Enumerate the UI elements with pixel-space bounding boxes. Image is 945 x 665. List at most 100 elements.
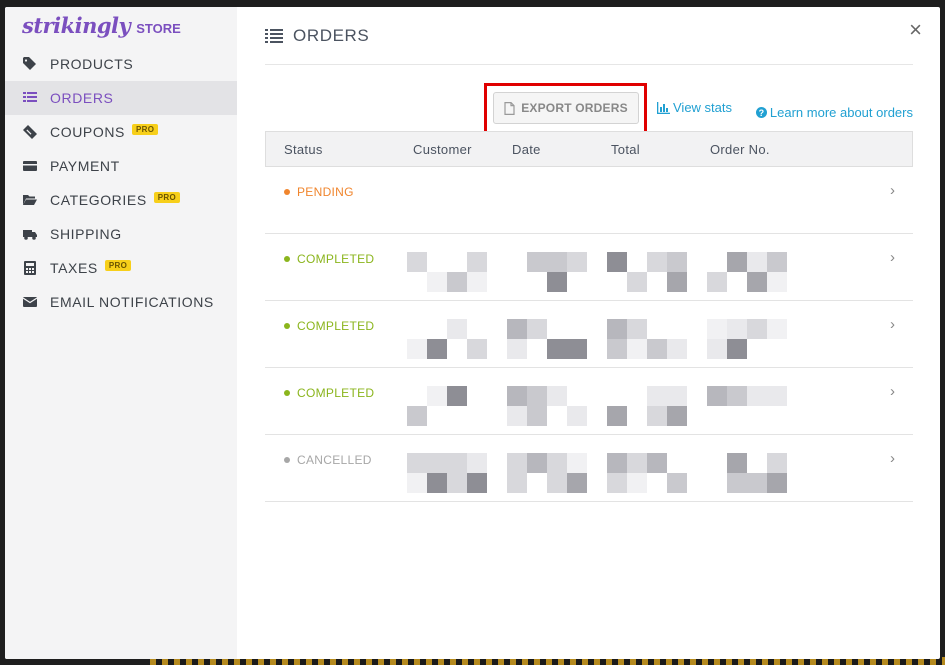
learn-more-link[interactable]: ? Learn more about orders [755,105,913,120]
chevron-right-icon[interactable]: › [890,450,895,467]
redaction-pixel [667,473,687,493]
table-row[interactable]: PENDING › [265,167,913,234]
redaction-pixel [407,252,427,272]
redaction-pixel [647,386,667,406]
ticket-icon [22,125,38,139]
redaction-pixel [427,453,447,473]
close-icon[interactable]: × [909,19,922,41]
table-row[interactable]: COMPLETED › [265,234,913,301]
redaction-pixel [567,252,587,272]
redaction-pixel [547,339,567,359]
status-badge: COMPLETED [284,319,374,333]
redaction-pixel [707,386,727,406]
redacted-cell [407,386,487,428]
column-header[interactable]: Total [611,142,640,157]
brand-logo: strikingly [22,13,131,38]
sidebar-item-coupons[interactable]: COUPONS PRO [5,115,237,149]
status-badge: COMPLETED [284,252,374,266]
sidebar-nav: PRODUCTS ORDERS COUPONS PRO PAYMENT CATEGORIE… [5,47,237,319]
question-icon: ? [755,107,767,118]
status-badge: CANCELLED [284,453,372,467]
status-dot [284,256,290,262]
folder-icon [22,193,38,207]
redaction-pixel [547,473,567,493]
status-label: PENDING [297,185,354,199]
sidebar-item-shipping[interactable]: SHIPPING [5,217,237,251]
view-stats-link[interactable]: View stats [657,100,732,115]
redaction-pixel [707,319,727,339]
column-header[interactable]: Status [284,142,323,157]
redaction-pixel [527,453,547,473]
learn-more-label: Learn more about orders [769,105,913,120]
redaction-pixel [567,473,587,493]
sidebar-item-label: SHIPPING [50,226,122,242]
redaction-pixel [727,339,747,359]
sidebar-item-taxes[interactable]: TAXES PRO [5,251,237,285]
sidebar-item-orders[interactable]: ORDERS [5,81,237,115]
redaction-pixel [527,319,547,339]
redaction-pixel [747,272,767,292]
redaction-pixel [427,473,447,493]
bar-chart-icon [657,101,670,114]
sidebar-item-label: TAXES [50,260,98,276]
redaction-pixel [407,406,427,426]
table-row[interactable]: COMPLETED › [265,301,913,368]
sidebar-item-payment[interactable]: PAYMENT [5,149,237,183]
truck-icon [22,227,38,241]
redaction-pixel [767,453,787,473]
redaction-pixel [547,252,567,272]
redaction-pixel [667,272,687,292]
redaction-pixel [747,252,767,272]
sidebar: strikingly STORE PRODUCTS ORDERS COUPONS PR… [5,7,237,659]
redaction-pixel [607,252,627,272]
redaction-pixel [767,252,787,272]
redaction-pixel [727,319,747,339]
list-icon [22,91,38,105]
redaction-pixel [507,386,527,406]
redaction-pixel [667,406,687,426]
redaction-pixel [467,453,487,473]
sidebar-item-label: PRODUCTS [50,56,134,72]
pro-badge: PRO [104,259,132,271]
table-row[interactable]: CANCELLED › [265,435,913,502]
column-header[interactable]: Date [512,142,541,157]
page-title: ORDERS [293,25,370,45]
chevron-right-icon[interactable]: › [890,249,895,266]
redaction-pixel [527,252,547,272]
redacted-cell [407,319,487,361]
redaction-pixel [507,453,527,473]
sidebar-item-email-notifications[interactable]: EMAIL NOTIFICATIONS [5,285,237,319]
column-header[interactable]: Customer [413,142,472,157]
sidebar-item-label: COUPONS [50,124,125,140]
redacted-cell [607,386,687,428]
redaction-pixel [667,386,687,406]
chevron-right-icon[interactable]: › [890,182,895,199]
redacted-cell [707,319,787,361]
pro-badge: PRO [153,191,181,203]
redaction-pixel [607,339,627,359]
redaction-pixel [507,406,527,426]
redaction-pixel [707,339,727,359]
table-row[interactable]: COMPLETED › [265,368,913,435]
sidebar-item-label: PAYMENT [50,158,120,174]
redaction-pixel [547,453,567,473]
chevron-right-icon[interactable]: › [890,383,895,400]
redaction-pixel [607,319,627,339]
redacted-cell [607,252,687,294]
credit-card-icon [22,159,38,173]
column-header[interactable]: Order No. [710,142,770,157]
redaction-pixel [727,453,747,473]
redaction-pixel [667,339,687,359]
redaction-pixel [667,252,687,272]
sidebar-item-categories[interactable]: CATEGORIES PRO [5,183,237,217]
redaction-pixel [547,272,567,292]
sidebar-item-label: EMAIL NOTIFICATIONS [50,294,214,310]
sidebar-item-products[interactable]: PRODUCTS [5,47,237,81]
redaction-pixel [707,272,727,292]
redaction-pixel [407,473,427,493]
redaction-pixel [467,473,487,493]
redaction-pixel [627,453,647,473]
redaction-pixel [747,386,767,406]
chevron-right-icon[interactable]: › [890,316,895,333]
redaction-pixel [507,319,527,339]
